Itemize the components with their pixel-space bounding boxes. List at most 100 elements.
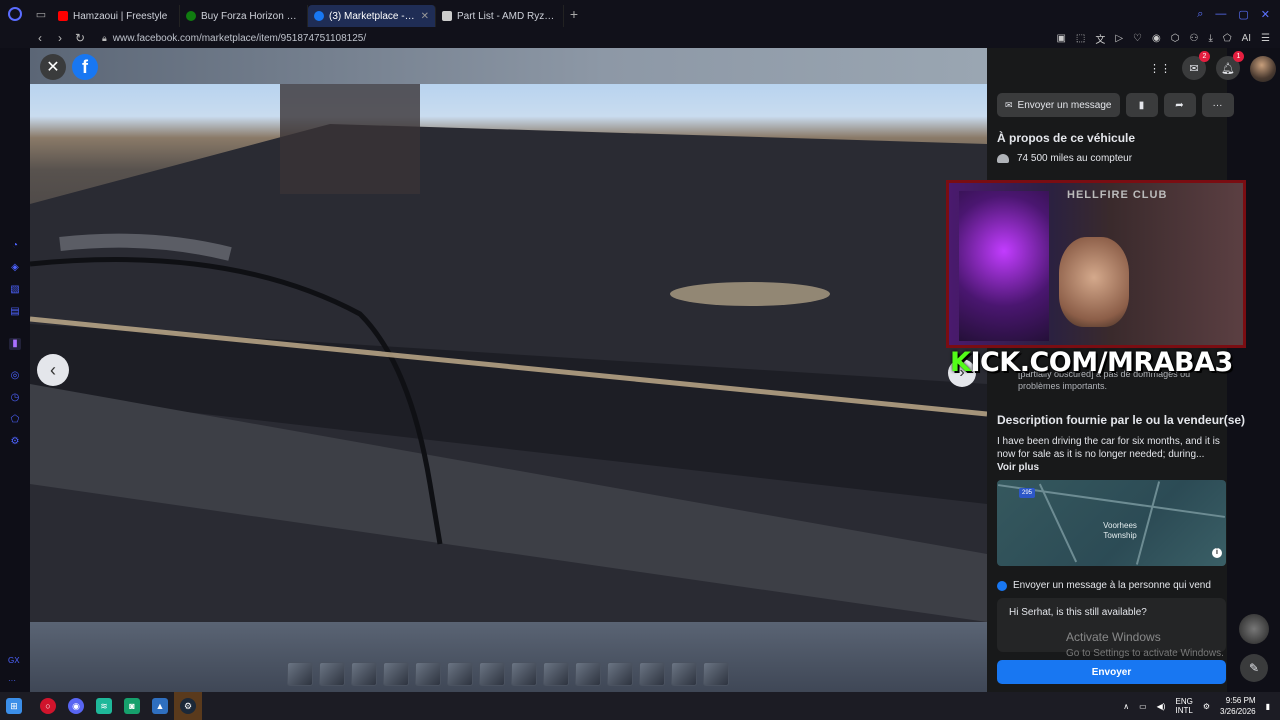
photo-thumbnail[interactable] <box>511 662 537 686</box>
bag-icon[interactable]: ◈ <box>9 262 21 274</box>
close-tab-icon[interactable]: ✕ <box>421 11 429 22</box>
photo-thumbnail[interactable] <box>287 662 313 686</box>
browser-tab[interactable]: Buy Forza Horizon 5 Standard <box>180 5 308 27</box>
tab-menu-icon[interactable]: ▭ <box>30 0 52 28</box>
messenger-badge: 2 <box>1199 51 1210 62</box>
settings-icon[interactable]: ⚙ <box>9 436 21 448</box>
search-icon[interactable]: ⌕ <box>1197 8 1203 21</box>
close-window-icon[interactable]: ✕ <box>1261 8 1270 21</box>
xbox-icon <box>186 11 196 21</box>
apps-grid-icon[interactable]: ⋮⋮ <box>1148 56 1172 80</box>
photo-thumbnail[interactable] <box>415 662 441 686</box>
photo-thumbnail[interactable] <box>607 662 633 686</box>
start-button[interactable]: ⊞ <box>0 692 28 720</box>
info-icon[interactable]: i <box>1212 548 1222 558</box>
minimize-icon[interactable]: — <box>1215 8 1226 21</box>
kick-url-text: ICK.COM/MRABA3 <box>970 347 1233 378</box>
close-viewer-button[interactable]: ✕ <box>40 54 66 80</box>
profile-avatar[interactable] <box>1250 56 1276 82</box>
translate-icon[interactable]: 文 <box>1095 31 1105 46</box>
extensions-bar: ▣ ⬚ 文 ▷ ♡ ◉ ⬡ ⚇ ⤓ ⬠ AI ☰ <box>1056 31 1280 46</box>
messenger-button[interactable]: ✉ 2 <box>1182 51 1210 80</box>
more-icon[interactable]: ··· <box>8 676 16 685</box>
description-title: Description fournie par le ou la vendeur… <box>997 413 1246 427</box>
more-options-button[interactable]: ··· <box>1201 93 1234 117</box>
audio-app-taskbar-icon[interactable]: ≋ <box>90 692 118 720</box>
car-door-shape <box>30 84 987 622</box>
extensions-icon[interactable]: ⬡ <box>1171 33 1180 44</box>
maximize-icon[interactable]: ▢ <box>1238 8 1248 21</box>
notification-center-icon[interactable]: ▮ <box>1266 702 1270 711</box>
photos-icon: ▲ <box>152 698 168 714</box>
send-message-button[interactable]: ✉ Envoyer un message <box>997 93 1120 117</box>
compose-icon: ✎ <box>1248 661 1260 675</box>
photo-thumbnail[interactable] <box>383 662 409 686</box>
forward-icon[interactable]: › <box>50 31 70 45</box>
screenshot-icon[interactable]: ⬚ <box>1076 33 1085 44</box>
reload-icon[interactable]: ↻ <box>70 31 90 45</box>
discord-taskbar-icon[interactable]: ◉ <box>62 692 90 720</box>
opera-gx-taskbar-icon[interactable]: ○ <box>34 692 62 720</box>
activate-windows-subtitle: Go to Settings to activate Windows. <box>1066 648 1224 659</box>
browser-tab[interactable]: Hamzaoui | Freestyle <box>52 5 180 27</box>
gx-label: GX <box>8 656 20 665</box>
notes-icon[interactable]: ▧ <box>9 284 21 296</box>
window-controls: ⌕ — ▢ ✕ <box>1197 8 1280 21</box>
previous-photo-button[interactable]: ‹ <box>37 354 69 386</box>
vpn-icon[interactable]: ◉ <box>1152 33 1161 44</box>
photo-thumbnail[interactable] <box>319 662 345 686</box>
photo-thumbnail[interactable] <box>543 662 569 686</box>
steam-taskbar-icon[interactable]: ⚙ <box>174 692 202 720</box>
messenger-icon[interactable]: ▤ <box>9 306 21 318</box>
xbox-app-taskbar-icon[interactable]: ◙ <box>118 692 146 720</box>
url-field[interactable]: 🔒︎ www.facebook.com/marketplace/item/951… <box>102 33 366 44</box>
history-icon[interactable]: ◷ <box>9 392 21 404</box>
volume-icon[interactable]: ◀︎) <box>1157 702 1166 711</box>
camera-icon[interactable]: ▣ <box>1056 33 1065 44</box>
language-code: ENG <box>1175 697 1193 706</box>
twitch-icon[interactable]: ▮ <box>9 338 21 350</box>
discord-icon: ◉ <box>68 698 84 714</box>
send-message-label: Envoyer un message <box>1017 99 1112 111</box>
menu-icon[interactable]: ☰ <box>1261 33 1270 44</box>
location-map[interactable]: 295 Voorhees Township i <box>997 480 1226 566</box>
new-tab-button[interactable]: + <box>564 6 584 22</box>
aria-icon[interactable]: ◔ <box>9 240 21 252</box>
back-icon[interactable]: ‹ <box>30 31 50 45</box>
share-button[interactable]: ➦ <box>1163 93 1196 117</box>
facebook-logo-icon[interactable]: f <box>72 54 98 80</box>
photo-thumbnail[interactable] <box>479 662 505 686</box>
account-icon[interactable]: ⚇ <box>1189 33 1198 44</box>
photo-thumbnail[interactable] <box>639 662 665 686</box>
snapshot-icon[interactable]: ⬠ <box>1223 33 1232 44</box>
photo-thumbnail[interactable] <box>351 662 377 686</box>
facebook-icon <box>314 11 324 21</box>
photo-thumbnail[interactable] <box>671 662 697 686</box>
notifications-button[interactable]: 🔔︎ 1 <box>1216 51 1244 80</box>
send-button[interactable]: Envoyer <box>997 660 1226 684</box>
language-indicator[interactable]: ENG INTL <box>1175 697 1192 715</box>
player-icon[interactable]: ◎ <box>9 370 21 382</box>
kick-logo-letter: K <box>950 347 971 378</box>
download-icon[interactable]: ⤓ <box>1208 33 1212 44</box>
keyboard-layout: INTL <box>1175 706 1193 715</box>
browser-tab-active[interactable]: (3) Marketplace - 2019 Po ✕ <box>308 5 436 27</box>
settings-tray-icon[interactable]: ⚙ <box>1203 702 1210 711</box>
opera-logo-icon[interactable] <box>0 0 30 28</box>
see-more-link[interactable]: Voir plus <box>997 462 1039 473</box>
network-icon[interactable]: ▭ <box>1139 702 1147 711</box>
photo-thumbnail[interactable] <box>447 662 473 686</box>
heart-icon[interactable]: ♡ <box>1133 33 1142 44</box>
clock[interactable]: 9:56 PM 3/26/2026 <box>1220 695 1256 717</box>
play-icon[interactable]: ▷ <box>1115 33 1123 44</box>
browser-tab[interactable]: Part List - AMD Ryzen 7 98 <box>436 5 564 27</box>
chevron-up-icon[interactable]: ∧ <box>1123 702 1129 711</box>
photo-thumbnail[interactable] <box>703 662 729 686</box>
pinboard-icon[interactable]: ⬠ <box>9 414 21 426</box>
contact-avatar[interactable] <box>1239 614 1269 644</box>
save-button[interactable]: ▮ <box>1125 93 1158 117</box>
photo-thumbnail[interactable] <box>575 662 601 686</box>
photos-taskbar-icon[interactable]: ▲ <box>146 692 174 720</box>
compose-message-button[interactable]: ✎ <box>1240 654 1268 682</box>
ai-label[interactable]: AI <box>1242 33 1251 44</box>
